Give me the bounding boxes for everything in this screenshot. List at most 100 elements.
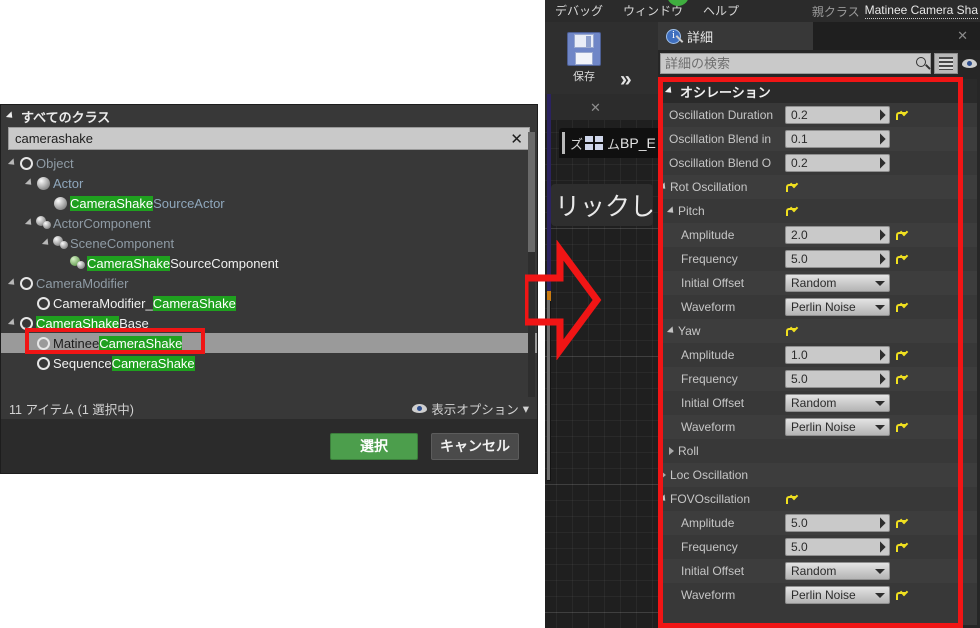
chevron-down-icon[interactable]: [24, 213, 34, 233]
dropdown-select[interactable]: Perlin Noise: [785, 298, 890, 316]
number-input[interactable]: 5.0: [785, 370, 890, 388]
class-tree-row[interactable]: CameraModifier: [1, 273, 537, 293]
property-row[interactable]: Roll: [661, 439, 977, 463]
blueprint-node-header[interactable]: ズ ム BP_E: [559, 128, 669, 158]
chevron-down-icon[interactable]: [7, 313, 17, 333]
reset-to-default-icon[interactable]: [895, 517, 906, 529]
property-row[interactable]: Oscillation Blend O 0.2: [661, 151, 977, 175]
property-row[interactable]: Oscillation Duration 0.2: [661, 103, 977, 127]
reset-to-default-icon[interactable]: [895, 253, 906, 265]
picker-search-input[interactable]: [15, 131, 511, 146]
chevron-down-icon[interactable]: [24, 173, 34, 193]
select-button[interactable]: 選択: [330, 432, 418, 460]
chevron-down-icon[interactable]: [41, 233, 51, 253]
property-row[interactable]: FOVOscillation: [661, 487, 977, 511]
reset-to-default-icon[interactable]: [895, 589, 906, 601]
class-tree-row[interactable]: CameraShakeBase: [1, 313, 537, 333]
chevron-double-right-icon[interactable]: »: [620, 68, 632, 92]
dropdown-select[interactable]: Random: [785, 394, 890, 412]
class-tree-row[interactable]: CameraModifier_CameraShake: [1, 293, 537, 313]
chevron-down-icon[interactable]: [666, 206, 677, 216]
class-tree-row[interactable]: ActorComponent: [1, 213, 537, 233]
spinner-icon[interactable]: [874, 133, 886, 145]
property-row[interactable]: Amplitude 1.0: [661, 343, 977, 367]
property-row[interactable]: Loc Oscillation: [661, 463, 977, 487]
picker-title-row[interactable]: すべてのクラス: [1, 105, 537, 127]
details-search-box[interactable]: [660, 52, 931, 74]
dropdown-select[interactable]: Perlin Noise: [785, 418, 890, 436]
cancel-button[interactable]: キャンセル: [431, 432, 519, 460]
details-visibility-button[interactable]: [961, 53, 978, 74]
property-row[interactable]: Waveform Perlin Noise: [661, 295, 977, 319]
close-icon[interactable]: ✕: [590, 100, 601, 116]
blueprint-graph-canvas[interactable]: [545, 94, 658, 628]
chevron-down-icon[interactable]: [666, 326, 677, 336]
number-input[interactable]: 0.2: [785, 106, 890, 124]
menu-item-help[interactable]: ヘルプ: [693, 0, 749, 22]
reset-to-default-icon[interactable]: [895, 421, 906, 433]
property-row[interactable]: Amplitude 2.0: [661, 223, 977, 247]
number-input[interactable]: 1.0: [785, 346, 890, 364]
clear-icon[interactable]: ✕: [510, 130, 523, 148]
save-button[interactable]: 保存: [553, 25, 615, 91]
spinner-icon[interactable]: [874, 349, 886, 361]
property-row[interactable]: Amplitude 5.0: [661, 511, 977, 535]
chevron-down-icon[interactable]: [7, 153, 17, 173]
class-tree-row[interactable]: MatineeCameraShake: [1, 333, 537, 353]
chevron-down-icon[interactable]: [661, 494, 669, 504]
property-row[interactable]: Frequency 5.0: [661, 535, 977, 559]
number-input[interactable]: 0.2: [785, 154, 890, 172]
reset-to-default-icon[interactable]: [785, 205, 796, 217]
chevron-right-icon[interactable]: [669, 447, 674, 455]
dropdown-select[interactable]: Perlin Noise: [785, 586, 890, 604]
property-row[interactable]: Rot Oscillation: [661, 175, 977, 199]
number-input[interactable]: 2.0: [785, 226, 890, 244]
property-row[interactable]: Pitch: [661, 199, 977, 223]
reset-to-default-icon[interactable]: [895, 301, 906, 313]
reset-to-default-icon[interactable]: [895, 109, 906, 121]
dropdown-select[interactable]: Random: [785, 274, 890, 292]
class-tree-row[interactable]: Actor: [1, 173, 537, 193]
reset-to-default-icon[interactable]: [785, 493, 796, 505]
menu-item-debug[interactable]: デバッグ: [545, 0, 613, 22]
property-row[interactable]: Yaw: [661, 319, 977, 343]
property-row[interactable]: Oscillation Blend in 0.1: [661, 127, 977, 151]
property-row[interactable]: Frequency 5.0: [661, 247, 977, 271]
class-tree-row[interactable]: SceneComponent: [1, 233, 537, 253]
spinner-icon[interactable]: [874, 517, 886, 529]
property-row[interactable]: Initial Offset Random: [661, 271, 977, 295]
property-category-header[interactable]: オシレーション: [661, 79, 977, 103]
parent-class-link[interactable]: Matinee Camera Sha: [864, 3, 978, 19]
chevron-down-icon[interactable]: [661, 182, 669, 192]
reset-to-default-icon[interactable]: [785, 181, 796, 193]
reset-to-default-icon[interactable]: [895, 349, 906, 361]
spinner-icon[interactable]: [874, 109, 886, 121]
chevron-down-icon[interactable]: [7, 273, 17, 293]
property-list[interactable]: オシレーション Oscillation Duration 0.2 Oscillati…: [661, 79, 977, 625]
reset-to-default-icon[interactable]: [785, 325, 796, 337]
property-row[interactable]: Initial Offset Random: [661, 391, 977, 415]
property-row[interactable]: Frequency 5.0: [661, 367, 977, 391]
class-tree-row[interactable]: Object: [1, 153, 537, 173]
class-tree-row[interactable]: CameraShakeSourceComponent: [1, 253, 537, 273]
spinner-icon[interactable]: [874, 229, 886, 241]
spinner-icon[interactable]: [874, 373, 886, 385]
spinner-icon[interactable]: [874, 541, 886, 553]
tab-details[interactable]: 詳細: [658, 22, 813, 50]
spinner-icon[interactable]: [874, 253, 886, 265]
chevron-right-icon[interactable]: [661, 471, 666, 479]
property-row[interactable]: Initial Offset Random: [661, 559, 977, 583]
reset-to-default-icon[interactable]: [895, 541, 906, 553]
number-input[interactable]: 5.0: [785, 514, 890, 532]
dropdown-select[interactable]: Random: [785, 562, 890, 580]
property-row[interactable]: Waveform Perlin Noise: [661, 583, 977, 607]
reset-to-default-icon[interactable]: [895, 373, 906, 385]
details-grid-view-button[interactable]: [934, 52, 958, 74]
class-tree-row[interactable]: SequenceCameraShake: [1, 353, 537, 373]
class-tree[interactable]: Object Actor CameraShakeSourceActor ActorCo…: [1, 153, 537, 399]
picker-view-options[interactable]: 表示オプション ▾: [412, 399, 529, 418]
reset-to-default-icon[interactable]: [895, 229, 906, 241]
class-tree-row[interactable]: CameraShakeSourceActor: [1, 193, 537, 213]
spinner-icon[interactable]: [874, 157, 886, 169]
number-input[interactable]: 5.0: [785, 538, 890, 556]
